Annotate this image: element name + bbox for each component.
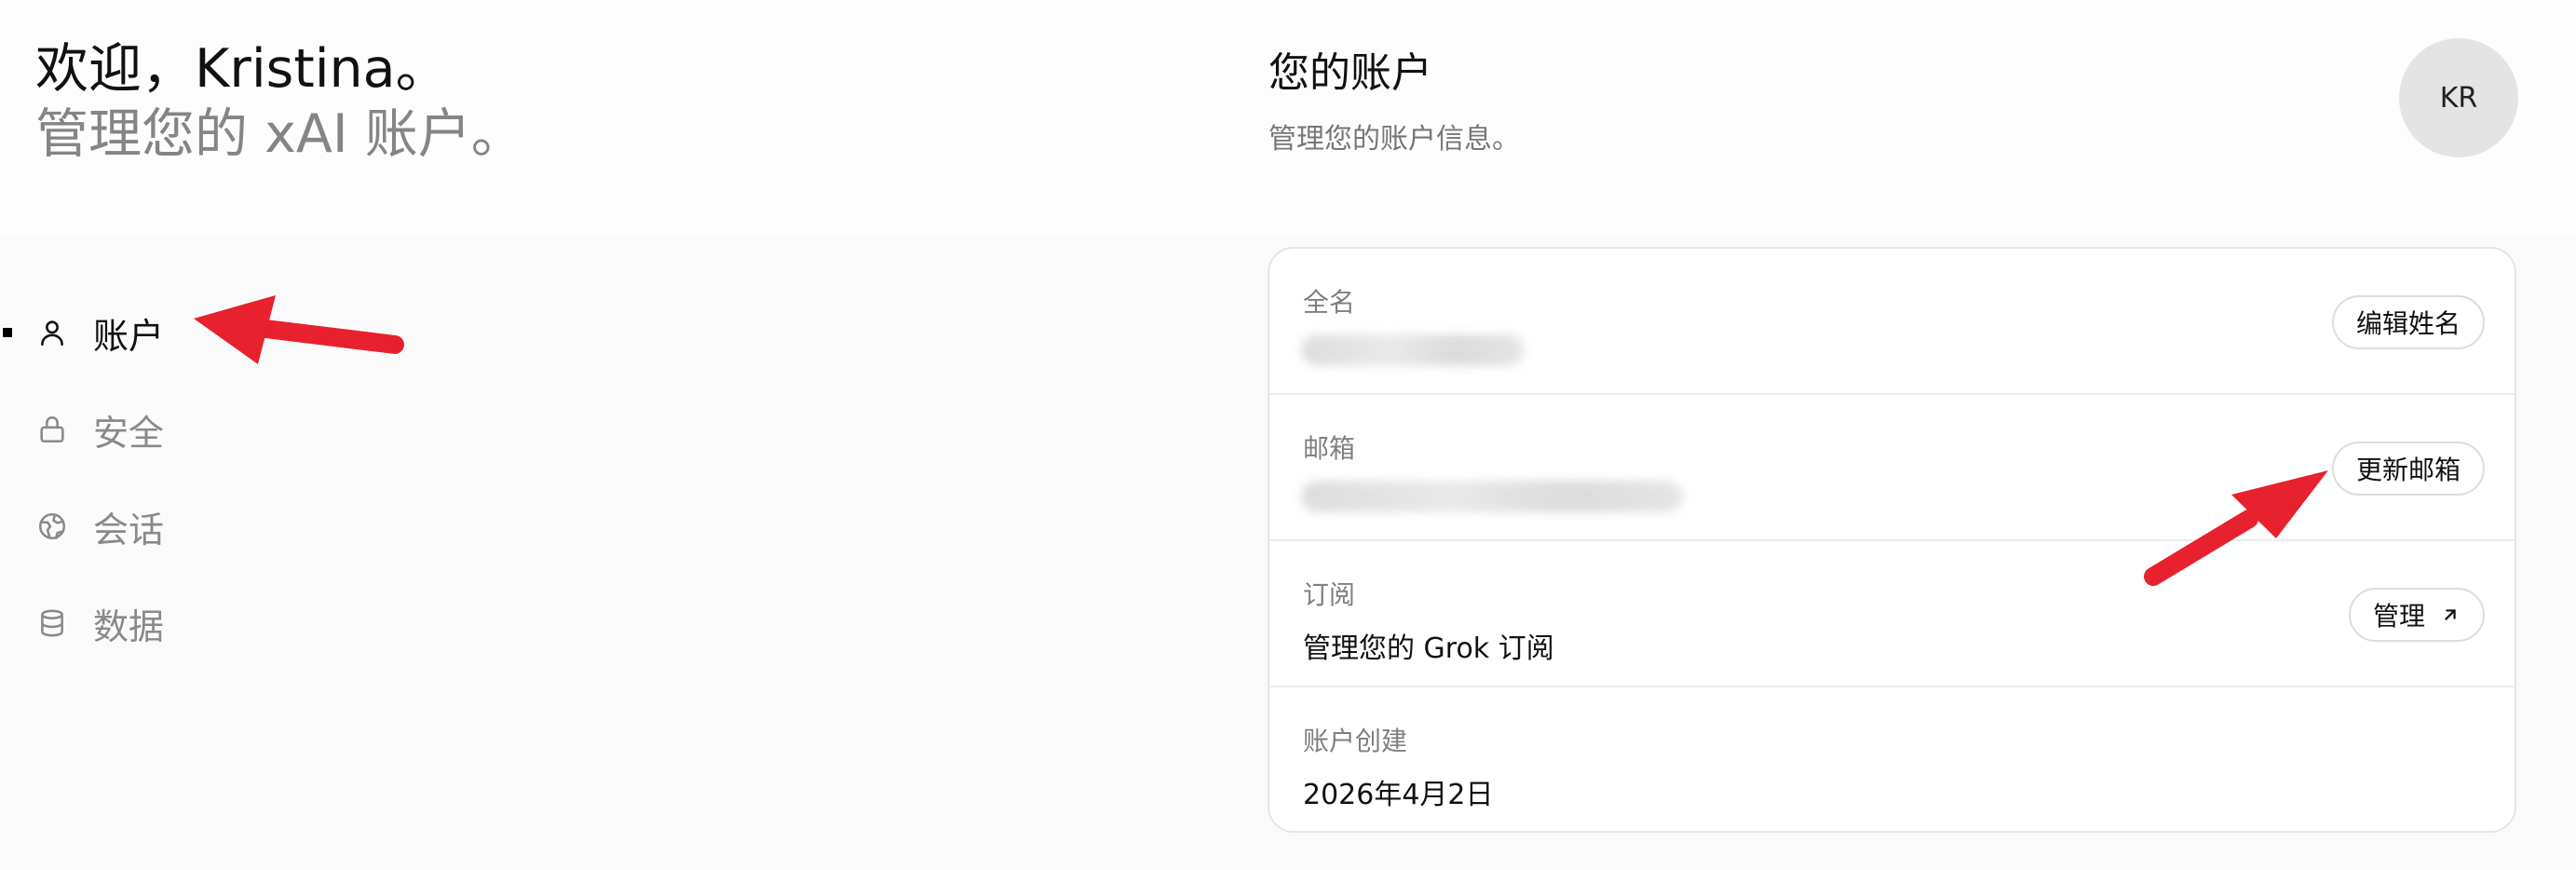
account-header: 您的账户 管理您的账户信息。: [1268, 39, 1520, 156]
nav-item-data[interactable]: 数据: [0, 575, 466, 672]
avatar[interactable]: KR: [2399, 38, 2518, 157]
row-full-name: 全名 编辑姓名: [1269, 249, 2515, 395]
row-email: 邮箱 更新邮箱: [1269, 395, 2515, 541]
nav-label-account: 账户: [93, 315, 165, 357]
page-subtitle: 管理您的账户信息。: [1268, 123, 1520, 156]
nav-item-security[interactable]: 安全: [0, 381, 466, 478]
manage-subscription-button[interactable]: 管理: [2348, 588, 2485, 642]
sidebar-nav: 账户 安全 会话 数据: [0, 284, 466, 672]
nav-label-sessions: 会话: [93, 509, 165, 551]
update-email-button[interactable]: 更新邮箱: [2331, 442, 2485, 496]
nav-item-account[interactable]: 账户: [0, 284, 466, 381]
created-value: 2026年4月2日: [1303, 779, 1494, 811]
external-link-icon: [2440, 605, 2461, 625]
database-icon: [34, 605, 70, 641]
created-label: 账户创建: [1303, 726, 1408, 756]
full-name-label: 全名: [1303, 287, 1356, 318]
manage-button-label: 管理: [2372, 601, 2425, 632]
welcome-greeting: 欢迎，Kristina。: [35, 38, 449, 100]
full-name-value-redacted: [1301, 334, 1525, 366]
account-info-card: 全名 编辑姓名 邮箱 更新邮箱 订阅 管理您的 Grok 订阅 管理 账户创建 …: [1268, 247, 2516, 833]
nav-item-sessions[interactable]: 会话: [0, 478, 466, 575]
avatar-initials: KR: [2439, 81, 2478, 115]
lock-icon: [34, 412, 70, 447]
email-label: 邮箱: [1303, 433, 1356, 464]
row-account-created: 账户创建 2026年4月2日: [1269, 687, 2515, 831]
active-marker: [3, 328, 12, 337]
user-icon: [34, 315, 70, 350]
email-value-redacted: [1301, 481, 1683, 512]
subscription-label: 订阅: [1303, 579, 1356, 610]
welcome-header: 欢迎，Kristina。 管理您的 xAI 账户。: [35, 37, 524, 167]
nav-label-data: 数据: [93, 605, 165, 647]
nav-label-security: 安全: [93, 412, 165, 454]
page-title: 您的账户: [1268, 49, 1432, 97]
subscription-value: 管理您的 Grok 订阅: [1303, 632, 1554, 665]
edit-name-button[interactable]: 编辑姓名: [2331, 295, 2485, 349]
row-subscription: 订阅 管理您的 Grok 订阅 管理: [1269, 541, 2515, 687]
globe-icon: [34, 509, 70, 544]
settings-page: 欢迎，Kristina。 管理您的 xAI 账户。 账户 安全 会话 数据 您的…: [0, 0, 2576, 870]
welcome-subtitle: 管理您的 xAI 账户。: [35, 103, 524, 166]
